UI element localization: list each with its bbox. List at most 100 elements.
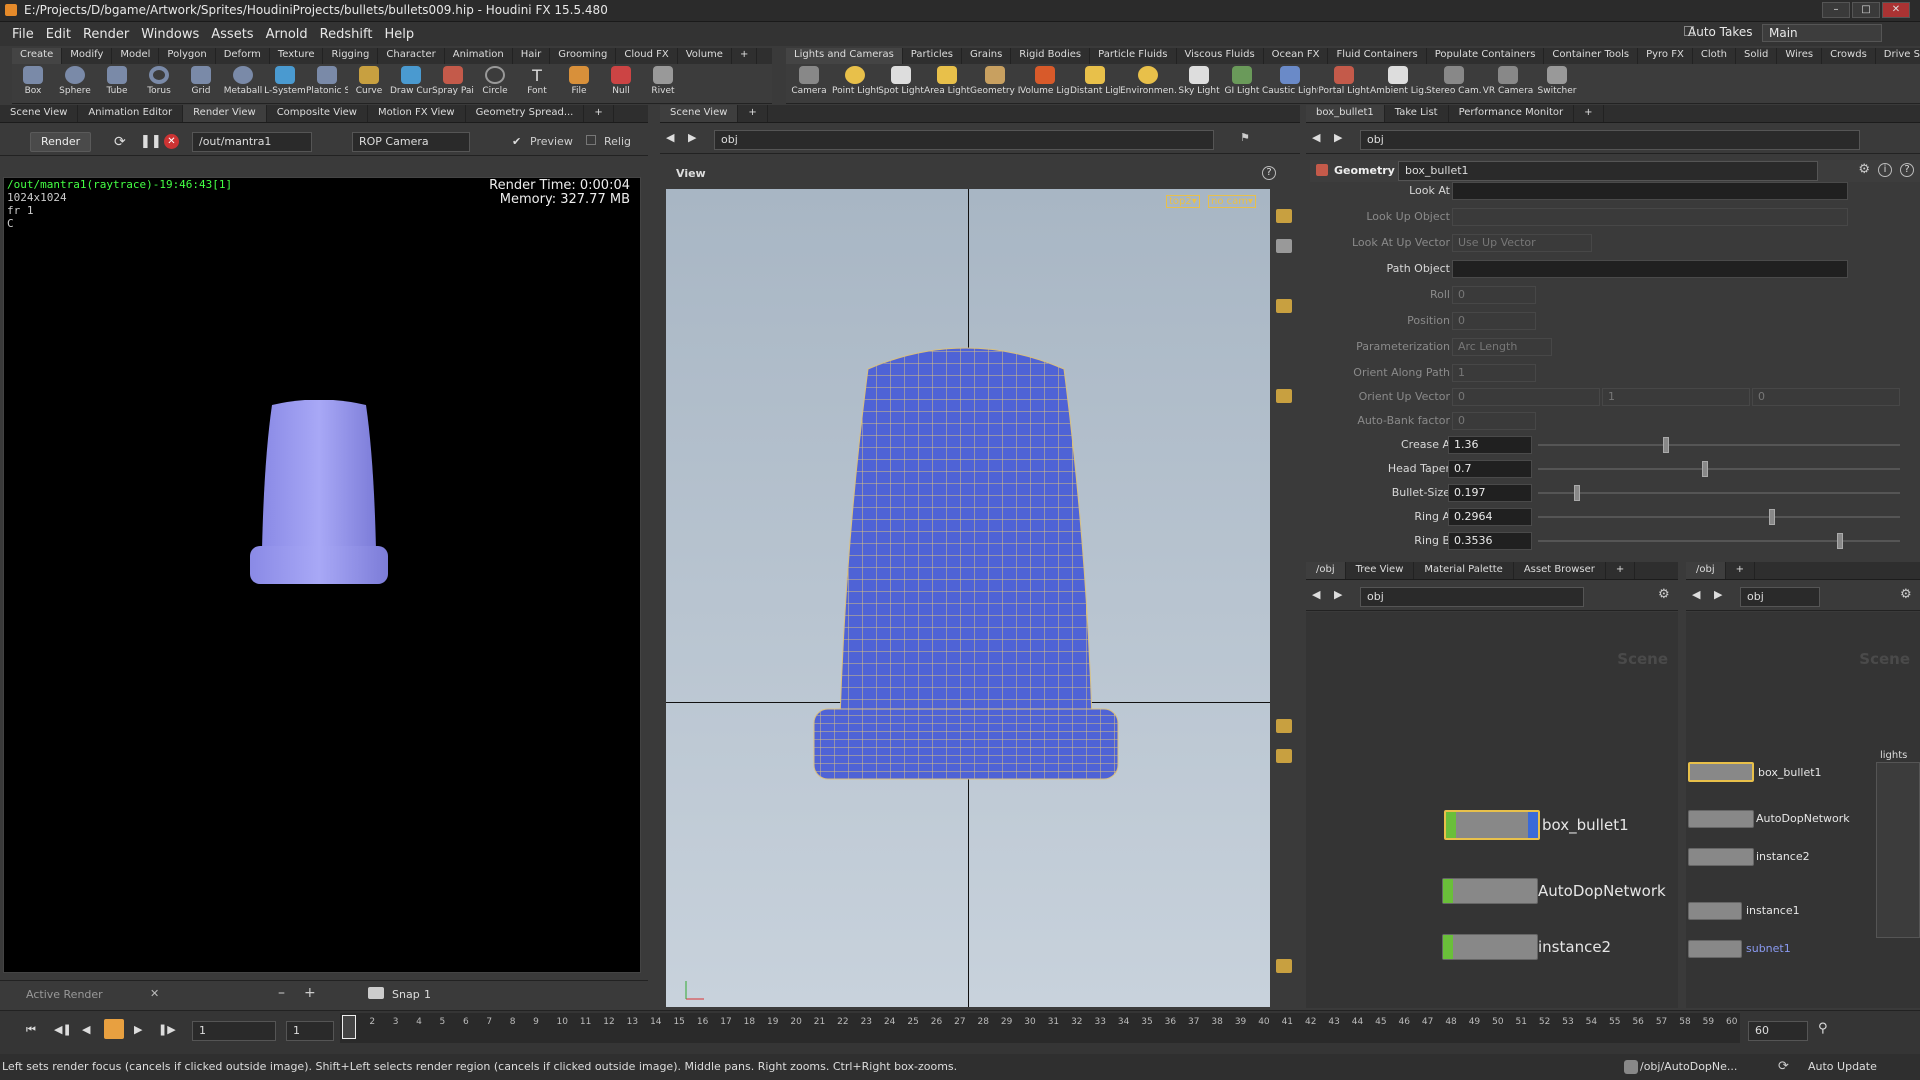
node-autodopnetwork-mini[interactable] xyxy=(1688,810,1754,828)
tab-render-view[interactable]: Render View xyxy=(183,105,267,122)
tool-lsystem[interactable]: L-System xyxy=(264,64,306,103)
preview-checkbox[interactable]: ✔ xyxy=(512,135,521,148)
pause-icon[interactable]: ❚❚ xyxy=(140,134,162,149)
shelf-tab-rigging[interactable]: Rigging xyxy=(323,48,379,64)
pin-icon[interactable]: ⚑ xyxy=(1240,131,1250,144)
tab-material-palette[interactable]: Material Palette xyxy=(1414,562,1514,579)
tool-spray-paint[interactable]: Spray Paint xyxy=(432,64,474,103)
head-taper-slider[interactable] xyxy=(1538,468,1900,470)
tool-curve[interactable]: Curve xyxy=(348,64,390,103)
start-frame-field[interactable]: 1 xyxy=(286,1021,334,1041)
forward-arrow-icon[interactable]: ▶ xyxy=(1714,588,1722,601)
shelf-tab-volume[interactable]: Volume xyxy=(678,48,732,64)
param-orient-along-path-field[interactable]: 1 xyxy=(1452,364,1536,382)
play-reverse-icon[interactable]: ◀ xyxy=(82,1023,90,1036)
tab-animation-editor[interactable]: Animation Editor xyxy=(78,105,184,122)
tab-geometry-spreadsheet[interactable]: Geometry Spread... xyxy=(466,105,585,122)
shelf-tab-cloth[interactable]: Cloth xyxy=(1693,48,1736,64)
back-arrow-icon[interactable]: ◀ xyxy=(1312,131,1320,144)
param-orient-up-vector-y[interactable]: 1 xyxy=(1602,388,1750,406)
network-editor-2[interactable]: Scene lights box_bullet1 AutoDopNetwork … xyxy=(1686,612,1920,1008)
camera-menu[interactable]: top2▾ xyxy=(1166,195,1200,208)
param-look-at-field[interactable] xyxy=(1452,182,1848,200)
shelf-tab-populate-containers[interactable]: Populate Containers xyxy=(1427,48,1545,64)
menu-windows[interactable]: Windows xyxy=(141,27,199,42)
tool-metaball[interactable]: Metaball xyxy=(222,64,264,103)
menu-edit[interactable]: Edit xyxy=(46,27,71,42)
param-path-object-field[interactable] xyxy=(1452,260,1848,278)
end-frame-field[interactable]: 60 xyxy=(1748,1021,1808,1041)
current-frame-field[interactable]: 1 xyxy=(192,1021,276,1041)
add-shelf-tab-icon[interactable]: + xyxy=(732,48,758,64)
param-orient-up-vector-z[interactable]: 0 xyxy=(1752,388,1900,406)
tool-spot-light[interactable]: Spot Light xyxy=(878,64,924,103)
node-box-bullet1-mini[interactable] xyxy=(1688,762,1754,782)
menu-assets[interactable]: Assets xyxy=(211,27,253,42)
shelf-tab-grooming[interactable]: Grooming xyxy=(550,48,617,64)
head-taper-knob[interactable] xyxy=(1701,461,1708,477)
ring-b-knob[interactable] xyxy=(1837,533,1844,549)
scene-path-field[interactable]: obj xyxy=(714,130,1214,150)
tool-geometry-light[interactable]: Geometry L... xyxy=(970,64,1020,103)
tool-vr-camera[interactable]: VR Camera xyxy=(1482,64,1534,103)
go-to-start-icon[interactable]: ⏮ xyxy=(26,1023,36,1037)
zoom-in-icon[interactable]: + xyxy=(304,985,316,1001)
tool-sphere[interactable]: Sphere xyxy=(54,64,96,103)
tool-switcher[interactable]: Switcher xyxy=(1534,64,1580,103)
forward-arrow-icon[interactable]: ▶ xyxy=(1334,131,1342,144)
snapshot-icon[interactable] xyxy=(1276,719,1292,733)
tool-camera[interactable]: Camera xyxy=(786,64,832,103)
next-key-icon[interactable]: ❚▶ xyxy=(158,1023,176,1036)
shelf-tab-viscous-fluids[interactable]: Viscous Fluids xyxy=(1177,48,1264,64)
shelf-tab-drive-simulation[interactable]: Drive Simulation xyxy=(1876,48,1920,64)
shelf-tab-wires[interactable]: Wires xyxy=(1777,48,1823,64)
forward-arrow-icon[interactable]: ▶ xyxy=(688,131,696,144)
crease-a-knob[interactable] xyxy=(1662,437,1669,453)
shelf-tab-character[interactable]: Character xyxy=(378,48,445,64)
network-editor-1[interactable]: Scene box_bullet1 AutoDopNetwork instanc… xyxy=(1306,612,1678,1008)
tool-stereo-camera[interactable]: Stereo Cam... xyxy=(1426,64,1482,103)
rop-path-field[interactable]: /out/mantra1 xyxy=(192,132,312,152)
no-cam-menu[interactable]: no cam▾ xyxy=(1208,195,1257,208)
shelf-tab-deform[interactable]: Deform xyxy=(216,48,270,64)
param-look-up-object-field[interactable] xyxy=(1452,208,1848,226)
snap-value[interactable]: 1 xyxy=(424,988,431,1001)
lock-icon[interactable] xyxy=(1276,239,1292,253)
ring-a-slider[interactable] xyxy=(1538,516,1900,518)
tool-platonic[interactable]: Platonic Sol... xyxy=(306,64,348,103)
back-arrow-icon[interactable]: ◀ xyxy=(1312,588,1320,601)
add-tab-icon[interactable]: + xyxy=(1574,105,1604,122)
shelf-tab-pyro-fx[interactable]: Pyro FX xyxy=(1638,48,1693,64)
tab-obj[interactable]: /obj xyxy=(1306,562,1346,579)
help-icon[interactable]: ? xyxy=(1262,166,1276,180)
tool-area-light[interactable]: Area Light xyxy=(924,64,970,103)
net1-path-field[interactable]: obj xyxy=(1360,587,1584,607)
bullet-size-knob[interactable] xyxy=(1573,485,1580,501)
render-button[interactable]: Render xyxy=(30,132,92,152)
shelf-tab-hair[interactable]: Hair xyxy=(513,48,551,64)
param-look-at-up-vector-select[interactable]: Use Up Vector xyxy=(1452,234,1592,252)
param-path-field[interactable]: obj xyxy=(1360,130,1860,150)
zoom-out-icon[interactable]: – xyxy=(278,985,285,1001)
quad-view-icon[interactable] xyxy=(1276,959,1292,973)
tab-asset-browser[interactable]: Asset Browser xyxy=(1514,562,1606,579)
snapshot-camera-icon[interactable] xyxy=(368,987,384,999)
shelf-tab-rigid-bodies[interactable]: Rigid Bodies xyxy=(1011,48,1091,64)
shelf-tab-grains[interactable]: Grains xyxy=(962,48,1012,64)
3d-viewport[interactable]: top2▾ no cam▾ xyxy=(666,189,1270,1007)
tool-environment-light[interactable]: Environmen... xyxy=(1120,64,1176,103)
ring-a-knob[interactable] xyxy=(1769,509,1776,525)
display-flag[interactable] xyxy=(1446,812,1456,838)
tab-scene-view[interactable]: Scene View xyxy=(0,105,79,122)
tool-gi-light[interactable]: GI Light xyxy=(1222,64,1262,103)
back-arrow-icon[interactable]: ◀ xyxy=(1692,588,1700,601)
camera-view-icon[interactable] xyxy=(1276,389,1292,403)
back-arrow-icon[interactable]: ◀ xyxy=(666,131,674,144)
shelf-tab-lights-cameras[interactable]: Lights and Cameras xyxy=(786,48,903,64)
node-name-field[interactable]: box_bullet1 xyxy=(1398,161,1818,181)
tool-grid[interactable]: Grid xyxy=(180,64,222,103)
menu-arnold[interactable]: Arnold xyxy=(266,27,308,42)
update-mode-select[interactable]: Auto Update xyxy=(1808,1060,1877,1073)
tool-rivet[interactable]: Rivet xyxy=(642,64,684,103)
tool-caustic-light[interactable]: Caustic Light xyxy=(1262,64,1318,103)
